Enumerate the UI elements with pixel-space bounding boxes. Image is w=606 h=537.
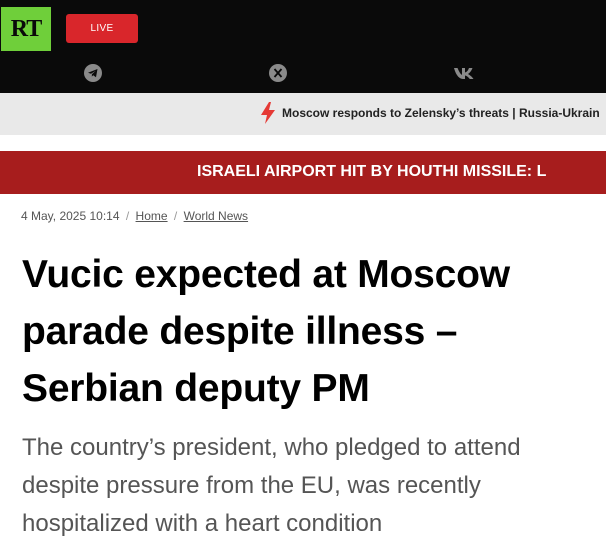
vk-icon[interactable] xyxy=(453,64,475,82)
rt-logo[interactable]: RT xyxy=(1,7,51,51)
breadcrumb-world-news-link[interactable]: World News xyxy=(184,209,248,223)
ticker-text[interactable]: Moscow responds to Zelensky’s threats | … xyxy=(282,106,600,120)
summary-line: The country’s president, who pledged to … xyxy=(22,434,521,461)
article-headline: Vucic expected at Moscow parade despite … xyxy=(22,246,606,417)
spacer xyxy=(0,135,606,151)
article-date: 4 May, 2025 10:14 xyxy=(21,209,120,223)
breadcrumb-separator: / xyxy=(125,209,130,223)
breaking-news-banner[interactable]: ISRAELI AIRPORT HIT BY HOUTHI MISSILE: L xyxy=(0,151,606,194)
live-button[interactable]: LIVE xyxy=(66,14,138,43)
headline-line: Serbian deputy PM xyxy=(22,367,370,410)
x-icon[interactable] xyxy=(269,64,287,82)
news-ticker[interactable]: Moscow responds to Zelensky’s threats | … xyxy=(0,93,606,135)
breadcrumb-home-link[interactable]: Home xyxy=(136,209,168,223)
article-summary: The country’s president, who pledged to … xyxy=(22,429,606,537)
headline-line: Vucic expected at Moscow xyxy=(22,253,510,296)
breadcrumb-separator: / xyxy=(173,209,178,223)
article-meta: 4 May, 2025 10:14 / Home / World News xyxy=(21,209,248,223)
telegram-icon[interactable] xyxy=(84,64,102,82)
breaking-news-text[interactable]: ISRAELI AIRPORT HIT BY HOUTHI MISSILE: L xyxy=(197,163,546,181)
headline-line: parade despite illness – xyxy=(22,310,458,353)
summary-line: despite pressure from the EU, was recent… xyxy=(22,472,481,499)
summary-line: hospitalized with a heart condition xyxy=(22,510,383,537)
lightning-icon xyxy=(261,102,275,124)
site-header: RT LIVE xyxy=(0,0,606,93)
logo-text: RT xyxy=(10,15,42,42)
